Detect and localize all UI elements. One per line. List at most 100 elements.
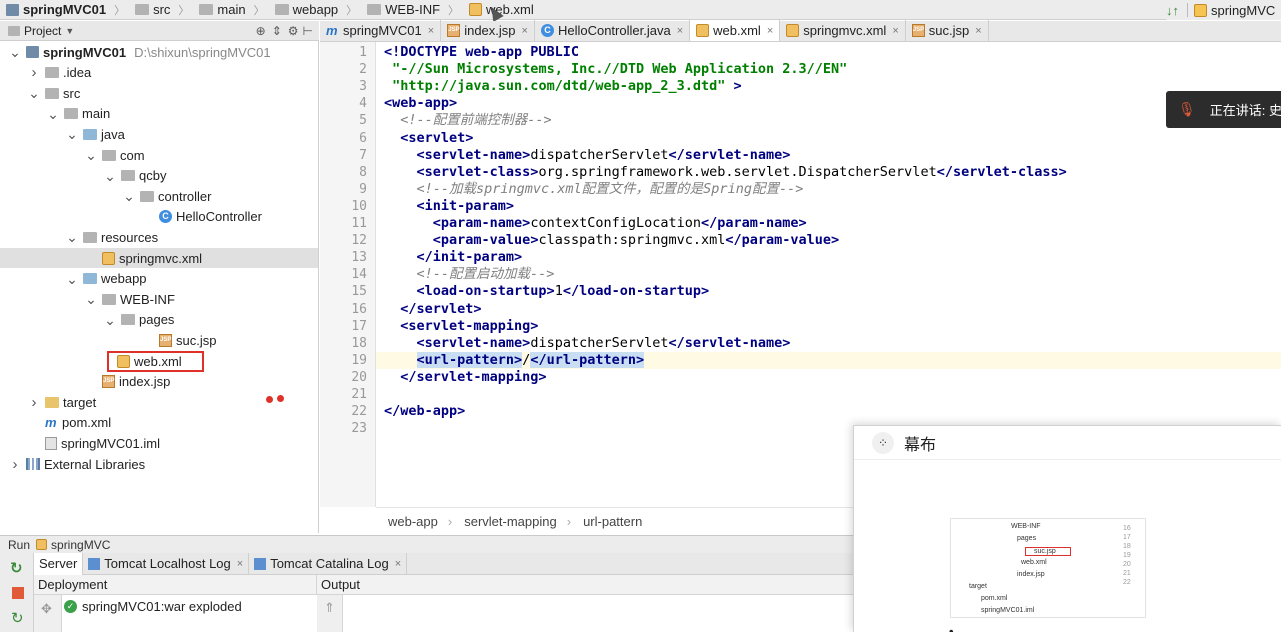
chevron-down-icon[interactable]: ⌄ (65, 127, 79, 141)
chevron-down-icon[interactable]: ⌄ (103, 313, 117, 327)
sort-arrows-icon[interactable]: ↓↑ (1166, 3, 1179, 18)
close-icon[interactable]: × (428, 25, 434, 37)
tree-item[interactable]: C HelloController (0, 207, 318, 227)
dropdown-icon[interactable]: ▼ (65, 26, 74, 36)
gear-icon[interactable]: ⚙ (288, 24, 299, 38)
chevron-down-icon[interactable]: ⌄ (8, 45, 22, 59)
chevron-down-icon[interactable]: ⌄ (84, 148, 98, 162)
collapse-icon[interactable]: ⇕ (272, 24, 282, 38)
tree-item[interactable]: ⌄ qcby (0, 166, 318, 186)
tree-item[interactable]: JSP index.jsp (0, 372, 318, 392)
code-line[interactable]: <load-on-startup>1</load-on-startup> (384, 283, 710, 300)
chevron-down-icon[interactable]: ⌄ (122, 189, 136, 203)
breadcrumb-item[interactable]: src 〉 (129, 0, 193, 20)
chevron-right-icon[interactable]: › (27, 64, 41, 81)
tree-item[interactable]: springMVC01.iml (0, 433, 318, 453)
code-line[interactable]: </init-param> (384, 249, 523, 266)
tree-item[interactable]: ⌄ WEB-INF (0, 289, 318, 309)
editor-tab[interactable]: web.xml × (690, 20, 781, 41)
tree-item-label: src (63, 85, 81, 101)
tree-item[interactable]: › .idea (0, 63, 318, 83)
code-breadcrumb-item[interactable]: url-pattern (571, 514, 642, 529)
chevron-down-icon[interactable]: ⌄ (103, 169, 117, 183)
code-line[interactable]: <servlet> (384, 130, 473, 147)
code-line[interactable]: <!--加载springmvc.xml配置文件，配置的是Spring配置--> (384, 181, 804, 198)
breadcrumb-item[interactable]: WEB-INF 〉 (361, 0, 463, 20)
code-line[interactable]: <servlet-mapping> (384, 318, 538, 335)
breadcrumb-item[interactable]: main 〉 (193, 0, 268, 20)
code-line[interactable]: <!--配置启动加载--> (384, 266, 555, 283)
close-icon[interactable]: × (767, 25, 773, 37)
tree-item[interactable]: springmvc.xml (0, 248, 318, 268)
code-line[interactable]: <param-value>classpath:springmvc.xml</pa… (384, 232, 839, 249)
tree-item[interactable]: ⌄ src (0, 83, 318, 103)
move-icon[interactable]: ✥ (41, 601, 52, 617)
tree-item[interactable]: ⌄ pages (0, 310, 318, 330)
close-icon[interactable]: × (677, 25, 683, 37)
close-icon[interactable]: × (975, 25, 981, 37)
tree-item[interactable]: ⌄ resources (0, 227, 318, 247)
stop-icon[interactable] (12, 587, 24, 599)
code-line[interactable]: <servlet-name>dispatcherServlet</servlet… (384, 147, 791, 164)
close-icon[interactable]: × (892, 25, 898, 37)
editor-tab[interactable]: JSP index.jsp × (441, 20, 535, 41)
close-icon[interactable]: × (522, 25, 528, 37)
code-line[interactable]: <web-app> (384, 95, 457, 112)
run-tab[interactable]: Server (34, 552, 84, 575)
code-line[interactable]: <url-pattern>/</url-pattern> (376, 351, 1281, 369)
chevron-right-icon[interactable]: › (8, 456, 22, 473)
tree-item[interactable]: ⌄ main (0, 104, 318, 124)
floating-window[interactable]: ⁘ 幕布 WEB-INF pages suc.jsp web.xml index.jsp… (853, 425, 1281, 632)
run-tab[interactable]: Tomcat Catalina Log × (249, 552, 408, 575)
run-config-selector[interactable]: ↓↑ springMVC (1166, 0, 1281, 20)
code-line[interactable]: </web-app> (384, 403, 465, 420)
tree-item[interactable]: ⌄ springMVC01 D:\shixun\springMVC01 (0, 42, 318, 62)
chevron-down-icon[interactable]: ⌄ (27, 86, 41, 100)
code-breadcrumb-item[interactable]: web-app (376, 514, 438, 529)
run-tab[interactable]: Tomcat Localhost Log × (83, 552, 250, 575)
tree-item[interactable]: JSP suc.jsp (0, 330, 318, 350)
breadcrumb-item[interactable]: springMVC01 〉 (0, 0, 129, 20)
tree-item-label: webapp (101, 271, 147, 287)
tree-item[interactable]: m pom.xml (0, 413, 318, 433)
tree-item[interactable]: ⌄ com (0, 145, 318, 165)
chevron-down-icon[interactable]: ⌄ (65, 272, 79, 286)
editor-tab[interactable]: C HelloController.java × (535, 20, 691, 41)
folder-icon (83, 231, 97, 243)
project-panel-title[interactable]: Project (24, 24, 61, 38)
code-line[interactable]: <!--配置前端控制器--> (384, 112, 551, 129)
close-icon[interactable]: × (237, 558, 243, 570)
tree-item[interactable]: › External Libraries (0, 454, 318, 474)
code-line[interactable]: <servlet-name>dispatcherServlet</servlet… (384, 335, 791, 352)
code-line[interactable]: <param-name>contextConfigLocation</param… (384, 215, 807, 232)
thumbnail-line-number: 19 (1123, 552, 1131, 559)
code-line[interactable]: "http://java.sun.com/dtd/web-app_2_3.dtd… (384, 78, 742, 95)
editor-tab[interactable]: JSP suc.jsp × (906, 20, 989, 41)
deployment-item[interactable]: ✓ springMVC01:war exploded (64, 599, 242, 614)
tree-item[interactable]: ⌄ webapp (0, 269, 318, 289)
code-line[interactable]: </servlet> (384, 301, 481, 318)
editor-tab[interactable]: springmvc.xml × (780, 20, 906, 41)
code-breadcrumb-item[interactable]: servlet-mapping (452, 514, 557, 529)
tree-item[interactable]: ⌄ java (0, 124, 318, 144)
locate-icon[interactable]: ⊕ (256, 24, 266, 38)
tree-item[interactable]: ⌄ controller (0, 186, 318, 206)
hide-icon[interactable]: ⊢ (303, 24, 313, 38)
chevron-down-icon[interactable]: ⌄ (46, 107, 60, 121)
arrow-up-icon[interactable]: ⇑ (324, 600, 335, 616)
chevron-right-icon[interactable]: › (27, 394, 41, 411)
chevron-down-icon[interactable]: ⌄ (65, 230, 79, 244)
code-line[interactable]: "-//Sun Microsystems, Inc.//DTD Web Appl… (384, 61, 847, 78)
code-line[interactable]: <servlet-class>org.springframework.web.s… (384, 164, 1067, 181)
breadcrumb-item[interactable]: webapp 〉 (269, 0, 362, 20)
tree-item[interactable]: web.xml (0, 350, 318, 372)
rerun-icon[interactable]: ↻ (10, 559, 23, 577)
code-line[interactable]: </servlet-mapping> (384, 369, 546, 386)
tree-item-label: web.xml (134, 353, 182, 369)
code-line[interactable]: <!DOCTYPE web-app PUBLIC (384, 44, 579, 61)
refresh-icon[interactable]: ↻ (11, 609, 24, 627)
editor-tab[interactable]: m springMVC01 × (320, 20, 442, 41)
code-line[interactable]: <init-param> (384, 198, 515, 215)
close-icon[interactable]: × (395, 558, 401, 570)
chevron-down-icon[interactable]: ⌄ (84, 292, 98, 306)
